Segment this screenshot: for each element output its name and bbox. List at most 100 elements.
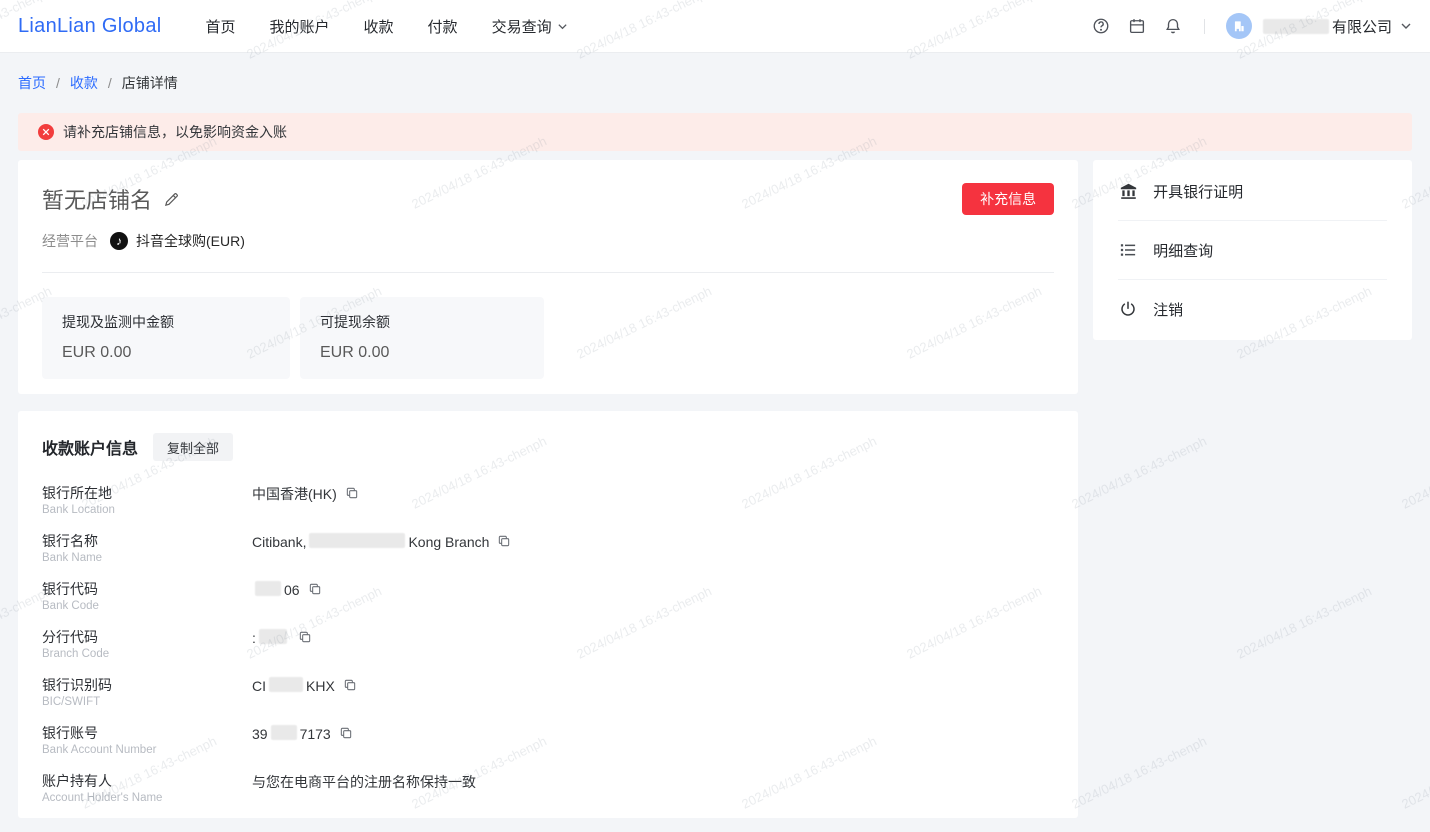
action-bank-certificate-label: 开具银行证明 (1153, 183, 1244, 201)
store-card-divider (42, 272, 1055, 273)
withdrawing-balance-value: EUR 0.00 (62, 344, 132, 361)
row-label: 账户持有人 (42, 773, 112, 789)
withdrawing-balance-card: 提现及监测中金额 EUR 0.00 (42, 297, 290, 379)
copy-icon[interactable] (345, 486, 359, 500)
breadcrumb-home[interactable]: 首页 (18, 73, 46, 93)
lianlian-global-logo[interactable]: LianLian Global (18, 15, 162, 38)
company-name-redacted (1262, 18, 1329, 34)
bank-code-row: 银行代码 Bank Code 06 (42, 581, 1054, 612)
account-holder-value: 与您在电商平台的注册名称保持一致 (252, 773, 476, 804)
row-sublabel: BIC/SWIFT (42, 696, 101, 708)
side-actions-card: 开具银行证明 明细查询 注销 (1093, 160, 1412, 340)
nav-transaction-query[interactable]: 交易查询 (492, 16, 569, 37)
branch-code-value: : (252, 629, 312, 660)
nav-home[interactable]: 首页 (206, 16, 236, 37)
row-sublabel: Branch Code (42, 648, 110, 660)
action-deregister[interactable]: 注销 (1093, 280, 1412, 338)
main-content: 暂无店铺名 补充信息 经营平台 ♪ 抖音全球购(EUR) 提现及监测中金额 EU… (0, 160, 1430, 818)
branch-code-row: 分行代码 Branch Code : (42, 629, 1054, 660)
account-holder-row: 账户持有人 Account Holder's Name 与您在电商平台的注册名称… (42, 773, 1054, 804)
nav-my-account[interactable]: 我的账户 (270, 16, 330, 37)
supplement-info-button[interactable]: 补充信息 (962, 183, 1055, 215)
copy-icon[interactable] (343, 678, 357, 692)
value-text: 06 (284, 582, 300, 598)
row-label: 银行名称 (42, 533, 98, 549)
company-name-suffix: 有限公司 (1331, 18, 1392, 36)
copy-icon[interactable] (308, 582, 322, 596)
redacted-segment (309, 533, 406, 548)
withdrawable-balance-label: 可提现余额 (320, 314, 390, 330)
tiktok-icon: ♪ (110, 232, 128, 250)
copy-all-button[interactable]: 复制全部 (153, 433, 234, 461)
row-label: 分行代码 (42, 629, 98, 645)
left-column: 暂无店铺名 补充信息 经营平台 ♪ 抖音全球购(EUR) 提现及监测中金额 EU… (18, 160, 1079, 818)
withdrawing-balance-label: 提现及监测中金额 (62, 314, 174, 330)
bank-code-value: 06 (252, 581, 322, 612)
account-info-title: 收款账户信息 (42, 441, 139, 458)
calendar-icon[interactable] (1128, 17, 1147, 36)
withdrawable-balance-value: EUR 0.00 (320, 344, 390, 361)
receiving-account-card: 收款账户信息 复制全部 银行所在地 Bank Location 中国香港(HK) (18, 411, 1079, 818)
platform-label: 经营平台 (42, 233, 98, 249)
row-label: 银行识别码 (42, 677, 112, 693)
account-menu[interactable]: 有限公司 (1225, 13, 1412, 39)
bank-name-row: 银行名称 Bank Name Citibank, Kong Branch (42, 533, 1054, 564)
power-icon (1118, 299, 1138, 319)
action-bank-certificate[interactable]: 开具银行证明 (1093, 162, 1412, 220)
value-text: 7173 (299, 726, 331, 742)
chevron-down-icon (557, 20, 569, 32)
nav-transaction-query-label: 交易查询 (491, 18, 552, 36)
bank-icon (1118, 181, 1138, 201)
nav-receive[interactable]: 收款 (364, 16, 394, 37)
store-name: 暂无店铺名 (42, 188, 153, 213)
row-label: 银行账号 (42, 725, 98, 741)
value-text: : (252, 630, 256, 646)
chevron-down-icon (1400, 20, 1412, 32)
redacted-segment (270, 725, 297, 740)
value-text: 与您在电商平台的注册名称保持一致 (252, 774, 476, 790)
value-text: CI (252, 678, 266, 694)
action-deregister-label: 注销 (1153, 301, 1184, 319)
bank-location-value: 中国香港(HK) (252, 485, 359, 516)
value-text: 39 (252, 726, 268, 742)
list-icon (1118, 240, 1138, 260)
error-circle-icon (38, 124, 54, 140)
value-text: Kong Branch (408, 534, 490, 550)
nav-pay[interactable]: 付款 (428, 16, 458, 37)
value-text: Citibank, (252, 534, 307, 550)
breadcrumb-separator: / (107, 75, 112, 91)
main-nav: 首页 我的账户 收款 付款 交易查询 (206, 16, 569, 37)
copy-icon[interactable] (298, 630, 312, 644)
help-icon[interactable] (1092, 17, 1111, 36)
row-label: 银行代码 (42, 581, 98, 597)
company-name: 有限公司 (1260, 16, 1392, 37)
header-divider (1203, 18, 1205, 34)
action-detail-query-label: 明细查询 (1153, 242, 1214, 260)
top-navigation-bar: LianLian Global 首页 我的账户 收款 付款 交易查询 有限公司 (0, 0, 1430, 53)
bank-account-number-value: 39 7173 (252, 725, 353, 756)
row-sublabel: Bank Location (42, 504, 115, 516)
row-sublabel: Bank Name (42, 552, 103, 564)
bic-swift-row: 银行识别码 BIC/SWIFT CI KHX (42, 677, 1054, 708)
redacted-segment (258, 629, 287, 644)
account-info-rows: 银行所在地 Bank Location 中国香港(HK) 银行名称 Bank N… (42, 485, 1054, 804)
edit-store-name-icon[interactable] (163, 191, 180, 208)
row-sublabel: Bank Account Number (42, 744, 157, 756)
breadcrumb-receive[interactable]: 收款 (70, 73, 98, 93)
bell-icon[interactable] (1164, 17, 1183, 36)
withdrawable-balance-card: 可提现余额 EUR 0.00 (300, 297, 544, 379)
bank-account-number-row: 银行账号 Bank Account Number 39 7173 (42, 725, 1054, 756)
alert-message: 请补充店铺信息，以免影响资金入账 (63, 124, 287, 140)
row-sublabel: Account Holder's Name (42, 792, 163, 804)
value-text: KHX (306, 678, 335, 694)
store-info-alert: 请补充店铺信息，以免影响资金入账 (18, 113, 1412, 151)
row-label: 银行所在地 (42, 485, 112, 501)
platform-name: 抖音全球购(EUR) (136, 233, 245, 249)
copy-icon[interactable] (497, 534, 511, 548)
action-detail-query[interactable]: 明细查询 (1093, 221, 1412, 279)
breadcrumb: 首页 / 收款 / 店铺详情 (0, 53, 1430, 93)
company-avatar (1225, 13, 1252, 39)
breadcrumb-separator: / (56, 75, 60, 91)
row-sublabel: Bank Code (42, 600, 99, 612)
copy-icon[interactable] (339, 726, 353, 740)
